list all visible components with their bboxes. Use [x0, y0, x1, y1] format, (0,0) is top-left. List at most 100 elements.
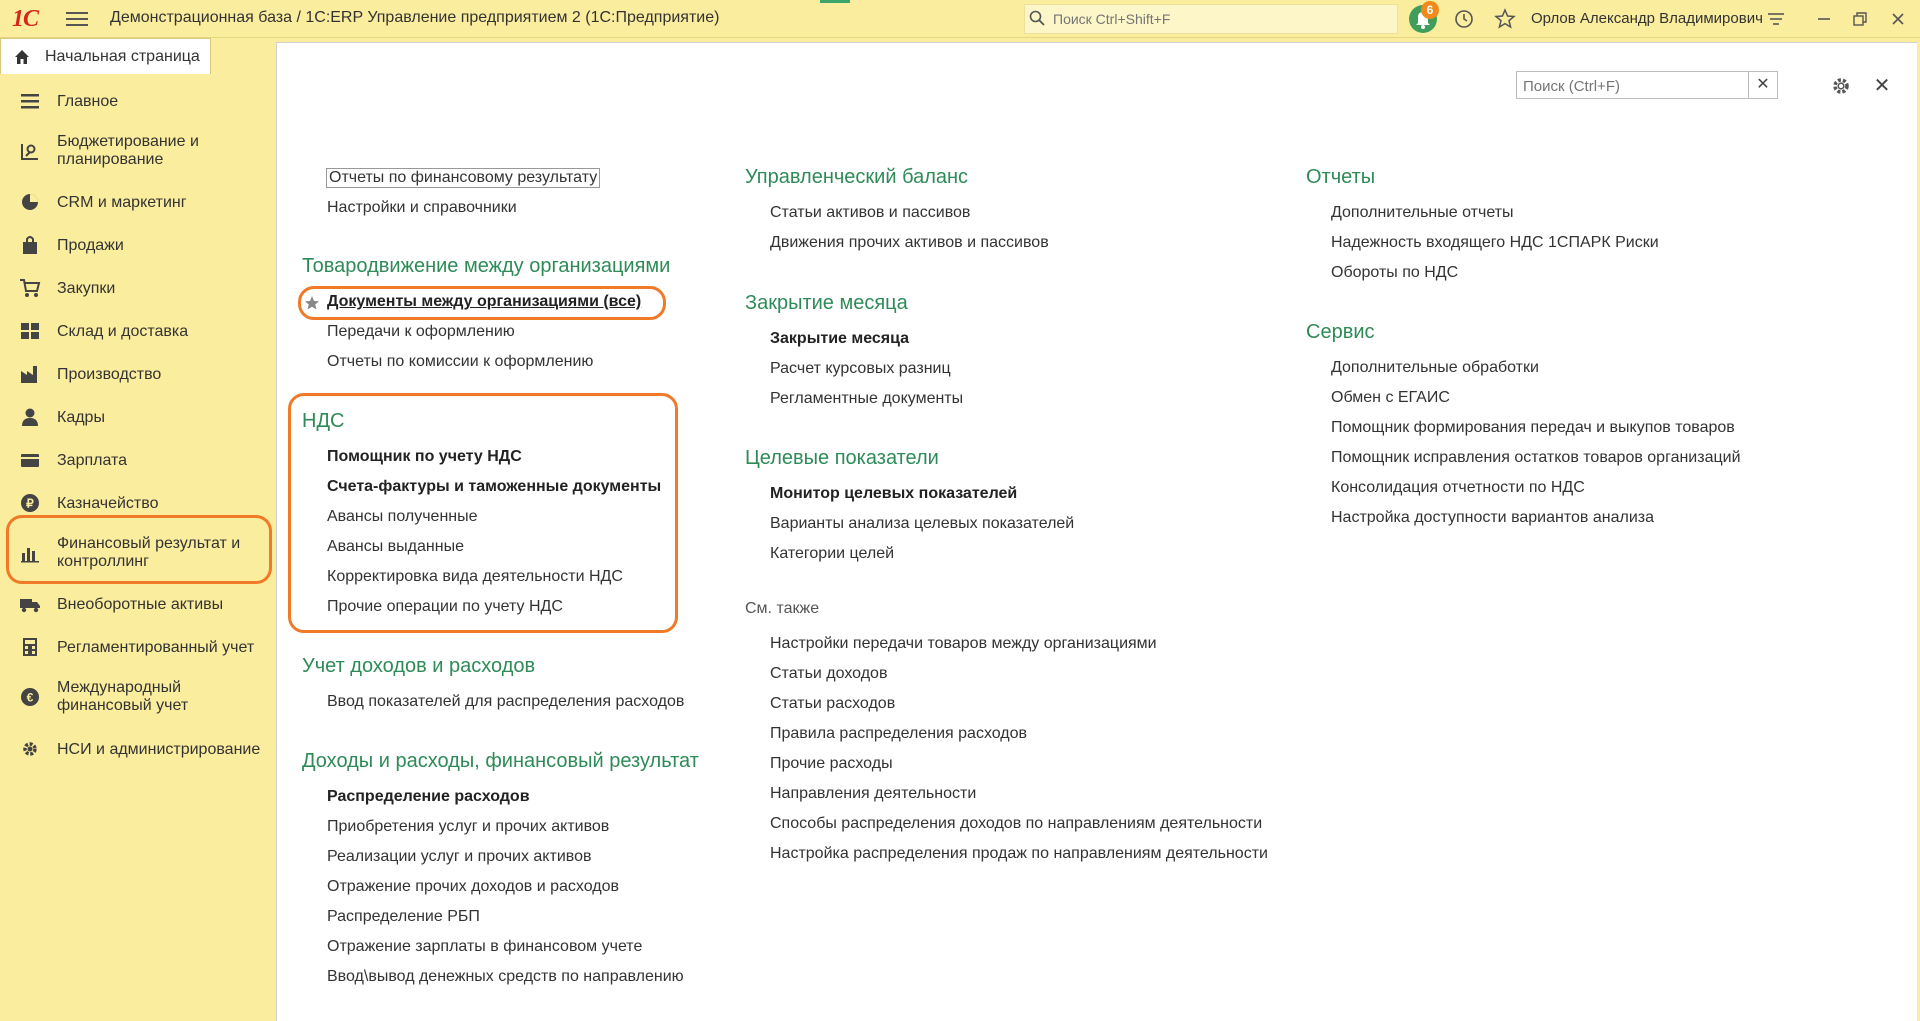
link-sales-distribution-settings[interactable]: Настройка распределения продаж по направ…	[770, 845, 1268, 863]
sidebar-item-hr[interactable]: Кадры	[0, 405, 272, 429]
link-expense-distribution-rules[interactable]: Правила распределения расходов	[770, 725, 1027, 743]
link-incoming-vat-reliability[interactable]: Надежность входящего НДС 1СПАРК Риски	[1331, 234, 1659, 252]
clear-search-button[interactable]: ✕	[1748, 72, 1777, 98]
sidebar-item-main[interactable]: Главное	[0, 89, 272, 113]
link-settings-references[interactable]: Настройки и справочники	[327, 199, 517, 217]
highlight-intercompany-documents	[298, 286, 666, 320]
link-transfers-to-process[interactable]: Передачи к оформлению	[327, 323, 515, 341]
global-search[interactable]	[1024, 4, 1398, 34]
link-expense-distribution-indicators[interactable]: Ввод показателей для распределения расхо…	[327, 693, 684, 711]
group-header-month-closing: Закрытие месяца	[745, 292, 908, 314]
home-tab-label: Начальная страница	[45, 48, 200, 65]
main-menu-button[interactable]	[66, 9, 88, 27]
group-header-service: Сервис	[1306, 321, 1375, 343]
link-analysis-variants-access[interactable]: Настройка доступности вариантов анализа	[1331, 509, 1654, 527]
calculator-icon	[23, 638, 37, 656]
sidebar-item-label: Внеоборотные активы	[57, 596, 224, 613]
link-deferred-expense-distribution[interactable]: Распределение РБП	[327, 908, 480, 926]
link-egais-exchange[interactable]: Обмен с ЕГАИС	[1331, 389, 1450, 407]
list-icon	[21, 94, 39, 109]
sidebar-item-sales[interactable]: Продажи	[0, 233, 272, 257]
global-search-input[interactable]	[1051, 8, 1385, 30]
sidebar-item-label: Регламентированный учет	[57, 639, 255, 656]
link-exchange-differences[interactable]: Расчет курсовых разниц	[770, 360, 951, 378]
link-financial-result-reports[interactable]: Отчеты по финансовому результату	[326, 168, 601, 188]
link-service-sales[interactable]: Реализации услуг и прочих активов	[327, 848, 591, 866]
coin-icon: ₽	[21, 494, 39, 512]
sidebar-item-fixed-assets[interactable]: Внеоборотные активы	[0, 592, 272, 616]
link-activity-directions[interactable]: Направления деятельности	[770, 785, 976, 803]
active-section-highlight	[6, 515, 272, 584]
link-other-assets-movements[interactable]: Движения прочих активов и пассивов	[770, 234, 1049, 252]
section-search[interactable]: ✕	[1516, 71, 1778, 99]
link-regulatory-documents[interactable]: Регламентные документы	[770, 390, 963, 408]
sidebar-item-treasury[interactable]: ₽ Казначейство	[0, 491, 272, 515]
sidebar-item-label: НСИ и администрирование	[57, 741, 261, 758]
sidebar-item-international-accounting[interactable]: € Международный финансовый учет	[0, 677, 272, 717]
close-panel-button[interactable]: ✕	[1872, 76, 1892, 96]
favorites-star-icon[interactable]	[1493, 7, 1517, 31]
svg-text:€: €	[27, 691, 34, 705]
sidebar-item-label: Казначейство	[57, 495, 159, 512]
sidebar-item-crm[interactable]: CRM и маркетинг	[0, 190, 272, 214]
sidebar-item-production[interactable]: Производство	[0, 362, 272, 386]
settings-menu-icon[interactable]	[1764, 7, 1788, 31]
minimize-icon[interactable]	[1812, 7, 1836, 31]
link-stock-correction-assistant[interactable]: Помощник исправления остатков товаров ор…	[1331, 449, 1741, 467]
warehouse-icon	[21, 323, 39, 339]
sidebar-item-label: Зарплата	[57, 452, 128, 469]
person-icon	[22, 408, 38, 426]
group-header-reports: Отчеты	[1306, 166, 1376, 188]
section-search-input[interactable]	[1521, 75, 1745, 97]
budget-icon	[21, 144, 38, 160]
link-intercompany-transfer-settings[interactable]: Настройки передачи товаров между организ…	[770, 635, 1157, 653]
link-cash-input-output[interactable]: Ввод\вывод денежных средств по направлен…	[327, 968, 684, 986]
sidebar-item-budgeting[interactable]: Бюджетирование и планирование	[0, 131, 272, 171]
sidebar-item-label: Закупки	[57, 280, 116, 297]
link-expense-items[interactable]: Статьи расходов	[770, 695, 895, 713]
sidebar-item-label: Международный финансовый учет	[57, 679, 189, 714]
sidebar-item-label: Склад и доставка	[57, 323, 189, 340]
link-assets-liabilities-items[interactable]: Статьи активов и пассивов	[770, 204, 970, 222]
user-name[interactable]: Орлов Александр Владимирович	[1531, 10, 1763, 27]
link-other-expenses[interactable]: Прочие расходы	[770, 755, 893, 773]
title-bar: 1С Демонстрационная база / 1С:ERP Управл…	[0, 0, 1920, 38]
link-salary-financial-accounting[interactable]: Отражение зарплаты в финансовом учете	[327, 938, 642, 956]
window-title: Демонстрационная база / 1С:ERP Управлени…	[110, 9, 720, 26]
group-header-target-indicators: Целевые показатели	[745, 447, 939, 469]
link-target-analysis-variants[interactable]: Варианты анализа целевых показателей	[770, 515, 1074, 533]
group-header-intercompany: Товародвижение между организациями	[302, 255, 671, 277]
link-additional-processing[interactable]: Дополнительные обработки	[1331, 359, 1539, 377]
sidebar-item-regulated-accounting[interactable]: Регламентированный учет	[0, 635, 272, 659]
sidebar-item-salary[interactable]: Зарплата	[0, 448, 272, 472]
home-tab[interactable]: Начальная страница	[0, 38, 211, 74]
link-month-closing[interactable]: Закрытие месяца	[770, 330, 909, 348]
group-header-income-expense-result: Доходы и расходы, финансовый результат	[302, 750, 699, 772]
sidebar-item-label: Бюджетирование и планирование	[57, 133, 199, 168]
restore-icon[interactable]	[1848, 7, 1872, 31]
history-icon[interactable]	[1452, 7, 1476, 31]
sidebar-item-warehouse[interactable]: Склад и доставка	[0, 319, 272, 343]
link-additional-reports[interactable]: Дополнительные отчеты	[1331, 204, 1514, 222]
link-goal-categories[interactable]: Категории целей	[770, 545, 894, 563]
link-transfer-buyout-assistant[interactable]: Помощник формирования передач и выкупов …	[1331, 419, 1735, 437]
link-vat-turnover[interactable]: Обороты по НДС	[1331, 264, 1458, 282]
sidebar-item-administration[interactable]: НСИ и администрирование	[0, 737, 272, 761]
sidebar-item-label: Кадры	[57, 409, 105, 426]
close-window-icon[interactable]	[1886, 7, 1910, 31]
top-indicator	[820, 0, 850, 3]
link-target-indicators-monitor[interactable]: Монитор целевых показателей	[770, 485, 1017, 503]
pie-chart-icon	[22, 194, 38, 210]
sidebar-item-purchases[interactable]: Закупки	[0, 276, 272, 300]
link-income-distribution-methods[interactable]: Способы распределения доходов по направл…	[770, 815, 1262, 833]
link-expense-distribution[interactable]: Распределение расходов	[327, 788, 530, 806]
see-also-header: См. также	[745, 600, 820, 617]
link-service-acquisitions[interactable]: Приобретения услуг и прочих активов	[327, 818, 609, 836]
link-vat-consolidation[interactable]: Консолидация отчетности по НДС	[1331, 479, 1585, 497]
panel-settings-gear-icon[interactable]	[1829, 74, 1853, 98]
link-other-income-expense[interactable]: Отражение прочих доходов и расходов	[327, 878, 619, 896]
link-commission-reports[interactable]: Отчеты по комиссии к оформлению	[327, 353, 593, 371]
truck-icon	[20, 599, 40, 613]
group-header-income-expense-accounting: Учет доходов и расходов	[302, 655, 536, 677]
link-income-items[interactable]: Статьи доходов	[770, 665, 887, 683]
